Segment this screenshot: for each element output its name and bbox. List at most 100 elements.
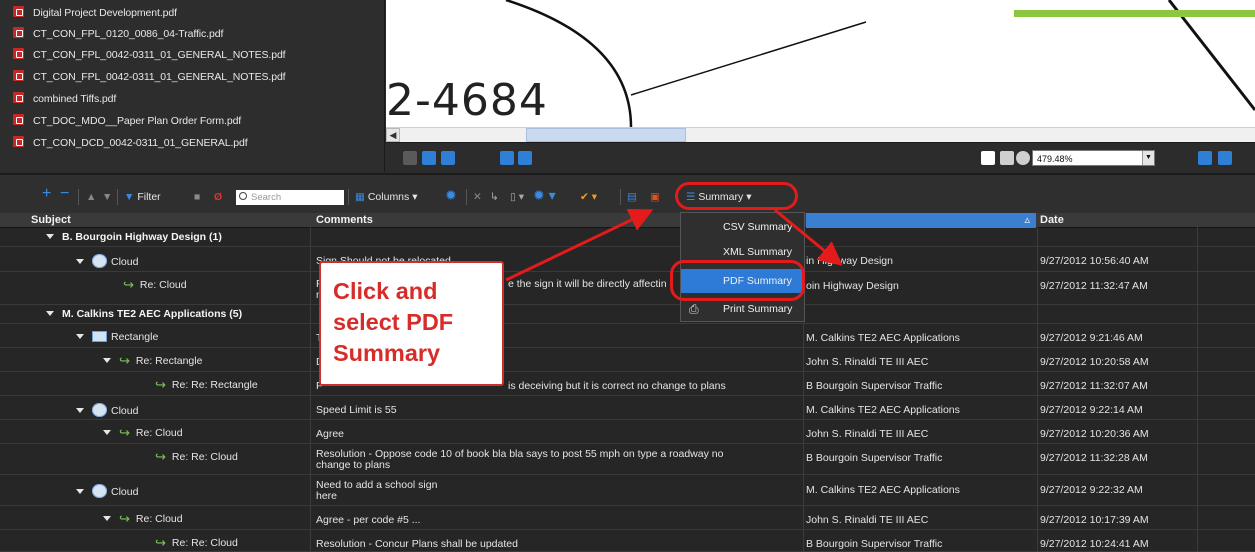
rectangle-markup-icon [92,331,107,342]
zoom-icon[interactable] [1016,151,1030,165]
reply-icon: ↪ [119,353,130,368]
column-divider[interactable] [1037,213,1038,552]
file-list: Digital Project Development.pdf CT_CON_F… [0,0,385,172]
pdf-icon [13,114,24,125]
table-row[interactable]: ↪ Re: Re: Cloud Resolution - Concur Plans… [0,531,1255,552]
pdf-icon [13,48,24,59]
close-doc-icon[interactable] [403,151,417,165]
column-header-subject[interactable]: Subject [31,213,71,228]
collapse-icon[interactable] [103,358,111,363]
filter-icon: ▼ [124,191,135,203]
table-row[interactable]: Cloud Sign Should not be relocated in Hi… [0,248,1255,272]
fit-page-icon[interactable] [500,151,514,165]
collapse-icon[interactable] [76,489,84,494]
table-row[interactable]: Cloud Speed Limit is 55 M. Calkins TE2 A… [0,397,1255,420]
file-item[interactable]: CT_CON_DCD_0042-0311_01_GENERAL.pdf [13,133,248,153]
column-divider[interactable] [1197,213,1198,552]
cloud-markup-icon [92,403,107,417]
collapse-icon[interactable] [46,234,54,239]
toolbar-divider [348,189,349,205]
first-page-icon[interactable] [1198,151,1212,165]
scroll-left-icon[interactable]: ◀ [386,128,400,142]
settings-gear-icon[interactable]: ✹ [445,187,457,203]
drawing-viewport[interactable]: 2-4684 [386,0,1255,127]
view-toolbar: 479.48% ▼ [386,142,1255,172]
delete-x-icon[interactable]: ✕ [473,189,482,205]
menu-item-csv-summary[interactable]: CSV Summary [681,215,804,239]
split-view-icon[interactable] [518,151,532,165]
pan-hand-icon[interactable] [981,151,995,165]
table-row[interactable]: ↪ Re: Cloud Agree - per code #5 ... John … [0,507,1255,530]
instruction-callout: Click and select PDF Summary [319,261,504,386]
reply-icon: ↪ [155,449,166,464]
collapse-icon[interactable] [76,334,84,339]
group-row[interactable]: B. Bourgoin Highway Design (1) [0,229,1255,247]
markups-list: Subject Comments ▵ Date B. Bourgoin High… [0,213,1255,552]
import-markups-icon[interactable]: ▤ [627,189,637,205]
file-item[interactable]: CT_CON_FPL_0042-0311_01_GENERAL_NOTES.pd… [13,67,286,87]
table-row[interactable]: ↪ Re: Cloud Agree John S. Rinaldi TE III … [0,421,1255,444]
scroll-thumb[interactable] [526,128,686,142]
summary-button-highlight [675,182,798,210]
column-header-author[interactable]: ▵ [806,213,1036,228]
table-row[interactable]: ↪Re: Rectangle D John S. Rinaldi TE III … [0,349,1255,372]
reply-icon: ↪ [123,277,134,292]
toolbar-divider [466,189,467,205]
file-item[interactable]: CT_DOC_MDO__Paper Plan Order Form.pdf [13,111,241,131]
search-input[interactable]: Search [236,190,344,205]
collapse-icon[interactable] [76,408,84,413]
columns-button[interactable]: ▦ Columns ▾ [355,189,417,205]
prev-page-icon[interactable] [1218,151,1232,165]
collapse-icon[interactable] [76,259,84,264]
pdf-icon [13,92,24,103]
file-item[interactable]: combined Tiffs.pdf [13,89,116,109]
collapse-icon[interactable] [103,516,111,521]
checkmark-icon[interactable]: ✔ ▾ [580,189,597,205]
reply-icon: ↪ [155,535,166,550]
collapse-icon[interactable] [46,311,54,316]
column-divider[interactable] [310,213,311,552]
group-row[interactable]: M. Calkins TE2 AEC Applications (5) [0,306,1255,324]
table-row[interactable]: ↪Re: Cloud F m e the sign it will be dir… [0,273,1255,305]
file-item[interactable]: Digital Project Development.pdf [13,3,177,23]
reply-icon[interactable]: ↳ [490,189,499,205]
markup-settings-icon[interactable]: ✹ ▾ [533,187,556,203]
chevron-down-icon[interactable]: ▼ [1142,151,1154,165]
pdf-icon [13,6,24,17]
table-row[interactable]: ↪ Re: Re: Rectangle F is deceiving but it… [0,373,1255,396]
reply-icon: ↪ [119,425,130,440]
search-icon [239,192,247,200]
filter-button[interactable]: ▼ Filter [124,189,161,205]
move-down-icon[interactable]: ▼ [102,189,112,205]
import-icon[interactable] [422,151,436,165]
columns-icon: ▦ [355,191,365,203]
zoom-select[interactable]: 479.48% ▼ [1032,150,1155,166]
add-icon[interactable]: + [42,186,51,202]
toolbar-divider [78,189,79,205]
toolbar-divider [117,189,118,205]
export-markups-icon[interactable]: ▣ [650,189,660,205]
pdf-icon [13,70,24,81]
reply-icon: ↪ [119,511,130,526]
export-icon[interactable] [441,151,455,165]
collapse-icon[interactable] [103,430,111,435]
column-header-date[interactable]: Date [1040,213,1064,228]
status-icon[interactable]: ▯ ▾ [510,189,524,205]
trash-icon[interactable]: ■ [194,189,200,205]
pdf-icon [13,27,24,38]
cloud-markup-icon [92,254,107,268]
clear-icon[interactable]: Ø [214,189,222,205]
table-row[interactable]: ↪ Re: Re: Cloud Resolution - Oppose code … [0,445,1255,475]
table-row[interactable]: Rectangle T M. Calkins TE2 AEC Applicati… [0,325,1255,348]
cloud-markup-icon [92,484,107,498]
table-row[interactable]: Cloud Need to add a school sign here M. … [0,476,1255,506]
move-up-icon[interactable]: ▲ [86,189,96,205]
pdf-summary-highlight [670,260,805,301]
column-header-comments[interactable]: Comments [316,213,373,228]
file-item[interactable]: CT_CON_FPL_0042-0311_01_GENERAL_NOTES.pd… [13,45,286,65]
reply-icon: ↪ [155,377,166,392]
select-pointer-icon[interactable] [1000,151,1014,165]
remove-icon[interactable]: − [60,186,69,202]
file-item[interactable]: CT_CON_FPL_0120_0086_04-Traffic.pdf [13,24,223,44]
toolbar-divider [620,189,621,205]
